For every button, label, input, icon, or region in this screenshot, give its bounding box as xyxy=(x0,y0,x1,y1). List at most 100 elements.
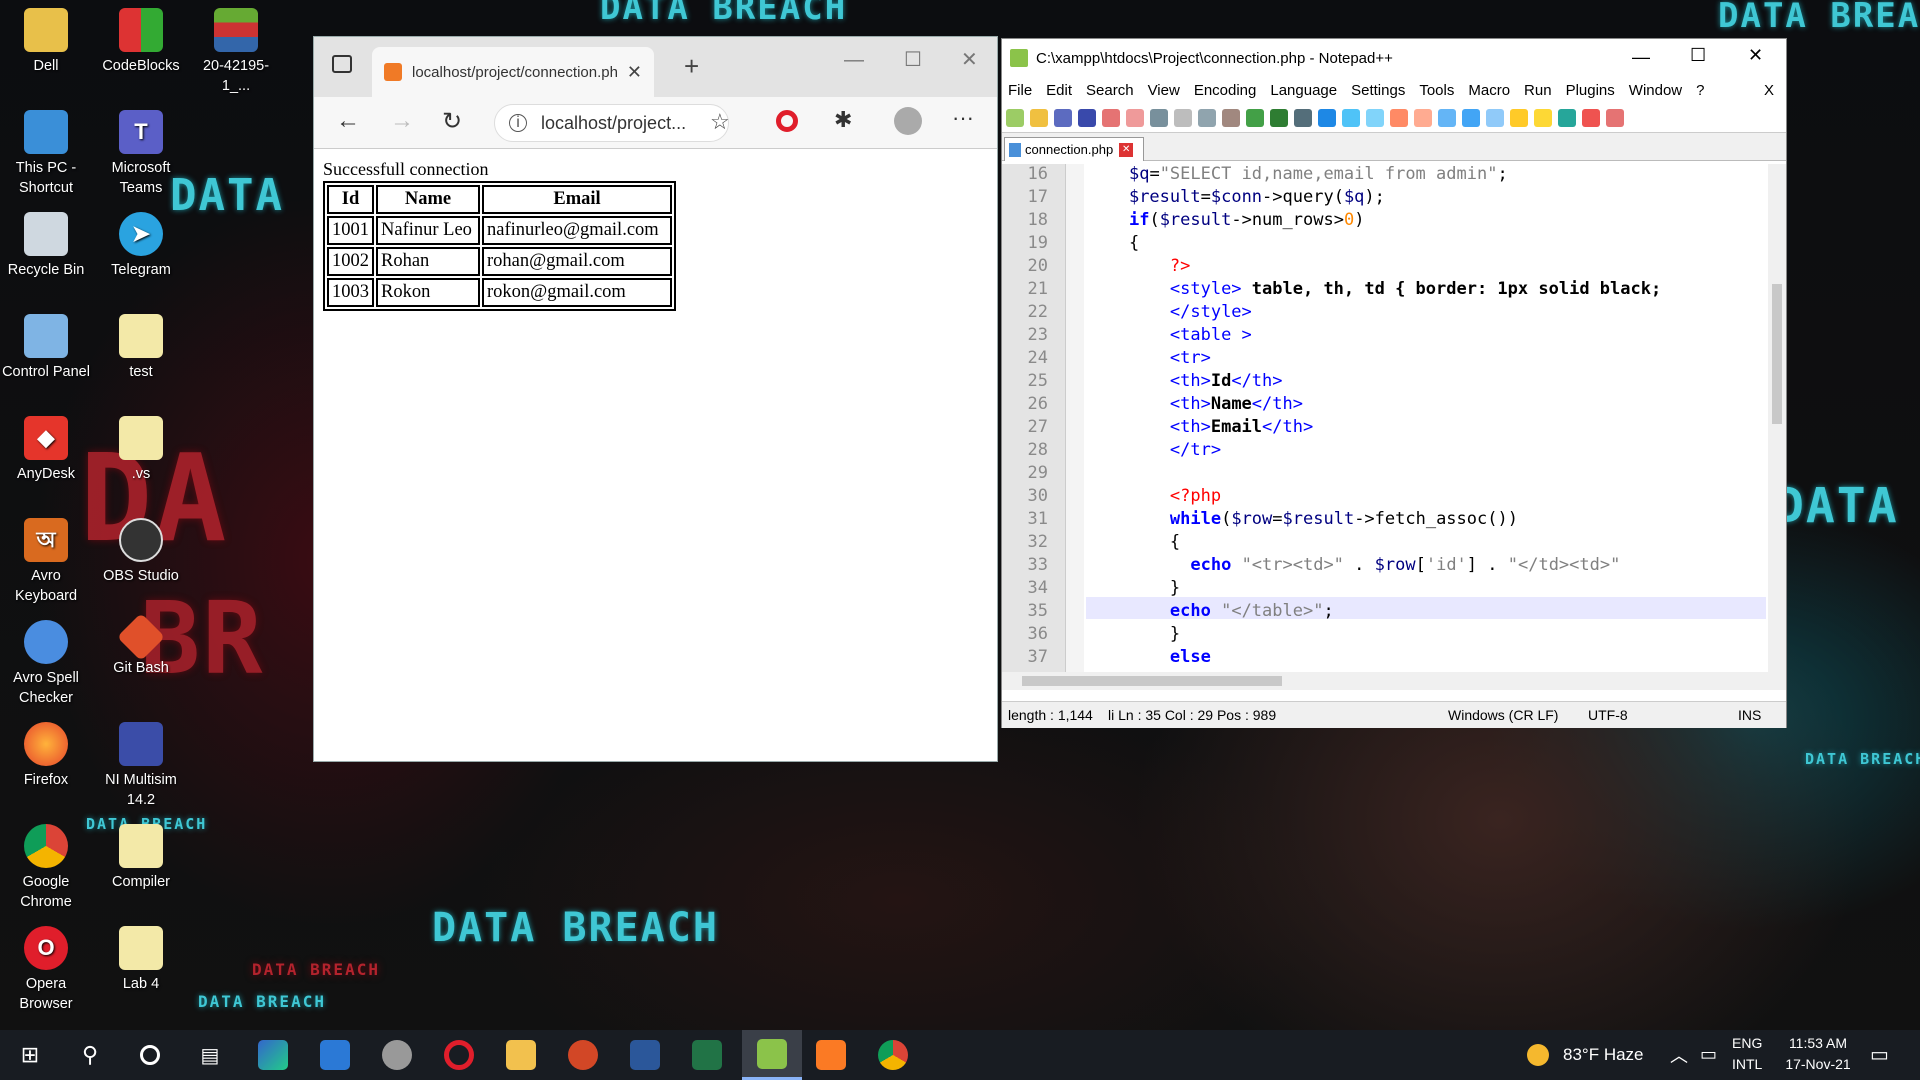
desktop-icon-telegram[interactable]: ➤ Telegram xyxy=(95,212,187,280)
maximize-icon[interactable]: ☐ xyxy=(1690,45,1706,66)
refresh-icon[interactable]: ↻ xyxy=(442,107,462,136)
desktop-icon-git-bash[interactable]: Git Bash xyxy=(95,612,187,678)
favorite-icon[interactable]: ☆ xyxy=(710,109,730,135)
weather-icon[interactable] xyxy=(1527,1044,1549,1066)
maximize-icon[interactable]: ☐ xyxy=(904,47,922,72)
start-button[interactable]: ⊞ xyxy=(5,1030,55,1080)
undo-icon[interactable] xyxy=(1246,108,1264,127)
forward-icon[interactable]: → xyxy=(390,107,414,135)
language-layout[interactable]: INTL xyxy=(1732,1056,1762,1072)
show-all-chars-icon[interactable] xyxy=(1462,108,1480,127)
desktop-icon-teams[interactable]: T Microsoft Teams xyxy=(95,110,187,198)
desktop-icon-anydesk[interactable]: ◆ AnyDesk xyxy=(0,416,92,484)
word-wrap-icon[interactable] xyxy=(1438,108,1456,127)
desktop-icon-avro-keyboard[interactable]: অ Avro Keyboard xyxy=(0,518,92,606)
menu-language[interactable]: Language xyxy=(1270,82,1337,99)
taskbar-file-explorer[interactable] xyxy=(496,1030,546,1080)
profile-avatar[interactable] xyxy=(894,107,922,135)
close-icon[interactable] xyxy=(1102,108,1120,127)
tab-connection-php[interactable]: connection.php ✕ xyxy=(1004,137,1144,161)
save-icon[interactable] xyxy=(1054,108,1072,127)
minimize-icon[interactable]: — xyxy=(1632,47,1650,68)
cut-icon[interactable] xyxy=(1174,108,1192,127)
code-editor[interactable]: 16 17 18 19 20 21 22 23 24 25 26 27 28 2… xyxy=(1002,164,1786,672)
menu-view[interactable]: View xyxy=(1148,82,1180,99)
clock-time[interactable]: 11:53 AM xyxy=(1778,1035,1858,1051)
desktop-icon-recycle-bin[interactable]: Recycle Bin xyxy=(0,212,92,280)
taskbar-notepadpp[interactable] xyxy=(742,1030,802,1080)
desktop-icon-archive[interactable]: 20-42195-1_... xyxy=(190,8,282,96)
stop-macro-icon[interactable] xyxy=(1606,108,1624,127)
save-all-icon[interactable] xyxy=(1078,108,1096,127)
weather-text[interactable]: 83°F Haze xyxy=(1563,1045,1644,1065)
menu-encoding[interactable]: Encoding xyxy=(1194,82,1257,99)
notifications-icon[interactable]: ▭ xyxy=(1870,1042,1889,1067)
redo-icon[interactable] xyxy=(1270,108,1288,127)
replace-icon[interactable] xyxy=(1318,108,1336,127)
menu-help[interactable]: ? xyxy=(1696,82,1704,99)
find-icon[interactable] xyxy=(1294,108,1312,127)
zoom-in-icon[interactable] xyxy=(1342,108,1360,127)
desktop-icon-control-panel[interactable]: Control Panel xyxy=(0,314,92,382)
menu-run[interactable]: Run xyxy=(1524,82,1552,99)
function-list-icon[interactable] xyxy=(1558,108,1576,127)
language-indicator[interactable]: ENG xyxy=(1732,1035,1762,1051)
opera-extension-icon[interactable] xyxy=(776,110,798,132)
taskbar-telegram[interactable] xyxy=(372,1030,422,1080)
desktop-icon-opera[interactable]: O Opera Browser xyxy=(0,926,92,1014)
close-window-icon[interactable]: ✕ xyxy=(1748,45,1763,66)
sync-horizontal-icon[interactable] xyxy=(1414,108,1432,127)
scrollbar-thumb[interactable] xyxy=(1022,676,1282,686)
close-tab-icon[interactable]: ✕ xyxy=(1119,142,1134,157)
indent-guide-icon[interactable] xyxy=(1486,108,1504,127)
menu-window[interactable]: Window xyxy=(1629,82,1682,99)
menu-file[interactable]: File xyxy=(1008,82,1032,99)
close-document-icon[interactable]: X xyxy=(1764,82,1774,99)
taskbar-opera[interactable] xyxy=(434,1030,484,1080)
address-bar[interactable]: i localhost/project... xyxy=(494,104,729,142)
desktop-icon-chrome[interactable]: Google Chrome xyxy=(0,824,92,912)
clock-date[interactable]: 17-Nov-21 xyxy=(1778,1056,1858,1072)
vertical-scrollbar[interactable] xyxy=(1768,164,1786,672)
battery-icon[interactable]: ▭ xyxy=(1700,1044,1717,1065)
desktop-icon-multisim[interactable]: NI Multisim 14.2 xyxy=(95,722,187,810)
menu-search[interactable]: Search xyxy=(1086,82,1134,99)
desktop-icon-lab4[interactable]: Lab 4 xyxy=(95,926,187,994)
desktop-icon-obs[interactable]: OBS Studio xyxy=(95,518,187,586)
back-icon[interactable]: ← xyxy=(336,107,360,135)
taskbar-powerpoint[interactable] xyxy=(558,1030,608,1080)
more-menu-icon[interactable]: ··· xyxy=(952,105,974,131)
browser-tab[interactable]: localhost/project/connection.ph ✕ xyxy=(372,47,654,97)
cortana-button[interactable] xyxy=(125,1030,175,1080)
menu-plugins[interactable]: Plugins xyxy=(1566,82,1615,99)
close-tab-icon[interactable]: ✕ xyxy=(627,62,642,83)
print-icon[interactable] xyxy=(1150,108,1168,127)
desktop-icon-avro-spell[interactable]: Avro Spell Checker xyxy=(0,620,92,708)
minimize-icon[interactable]: — xyxy=(844,49,864,72)
taskbar-edge[interactable] xyxy=(248,1030,298,1080)
close-window-icon[interactable]: ✕ xyxy=(961,47,978,72)
taskbar-xampp[interactable] xyxy=(806,1030,856,1080)
desktop-icon-codeblocks[interactable]: CodeBlocks xyxy=(95,8,187,76)
new-tab-icon[interactable]: + xyxy=(684,51,699,82)
taskbar-mail[interactable] xyxy=(310,1030,360,1080)
horizontal-scrollbar[interactable] xyxy=(1002,672,1786,690)
task-view-button[interactable]: ▤ xyxy=(185,1030,235,1080)
paste-icon[interactable] xyxy=(1222,108,1240,127)
desktop-icon-this-pc[interactable]: This PC - Shortcut xyxy=(0,110,92,198)
open-file-icon[interactable] xyxy=(1030,108,1048,127)
menu-macro[interactable]: Macro xyxy=(1468,82,1510,99)
taskbar-excel[interactable] xyxy=(682,1030,732,1080)
scrollbar-thumb[interactable] xyxy=(1772,284,1782,424)
close-all-icon[interactable] xyxy=(1126,108,1144,127)
desktop-icon-compiler[interactable]: Compiler xyxy=(95,824,187,892)
folder-as-workspace-icon[interactable] xyxy=(1510,108,1528,127)
tab-actions-icon[interactable] xyxy=(332,55,352,73)
desktop-icon-firefox[interactable]: Firefox xyxy=(0,722,92,790)
desktop-icon-test[interactable]: test xyxy=(95,314,187,382)
menu-settings[interactable]: Settings xyxy=(1351,82,1405,99)
show-hidden-icons[interactable]: ︿ xyxy=(1670,1042,1688,1068)
menu-tools[interactable]: Tools xyxy=(1419,82,1454,99)
taskbar-word[interactable] xyxy=(620,1030,670,1080)
desktop-icon-vs[interactable]: .vs xyxy=(95,416,187,484)
